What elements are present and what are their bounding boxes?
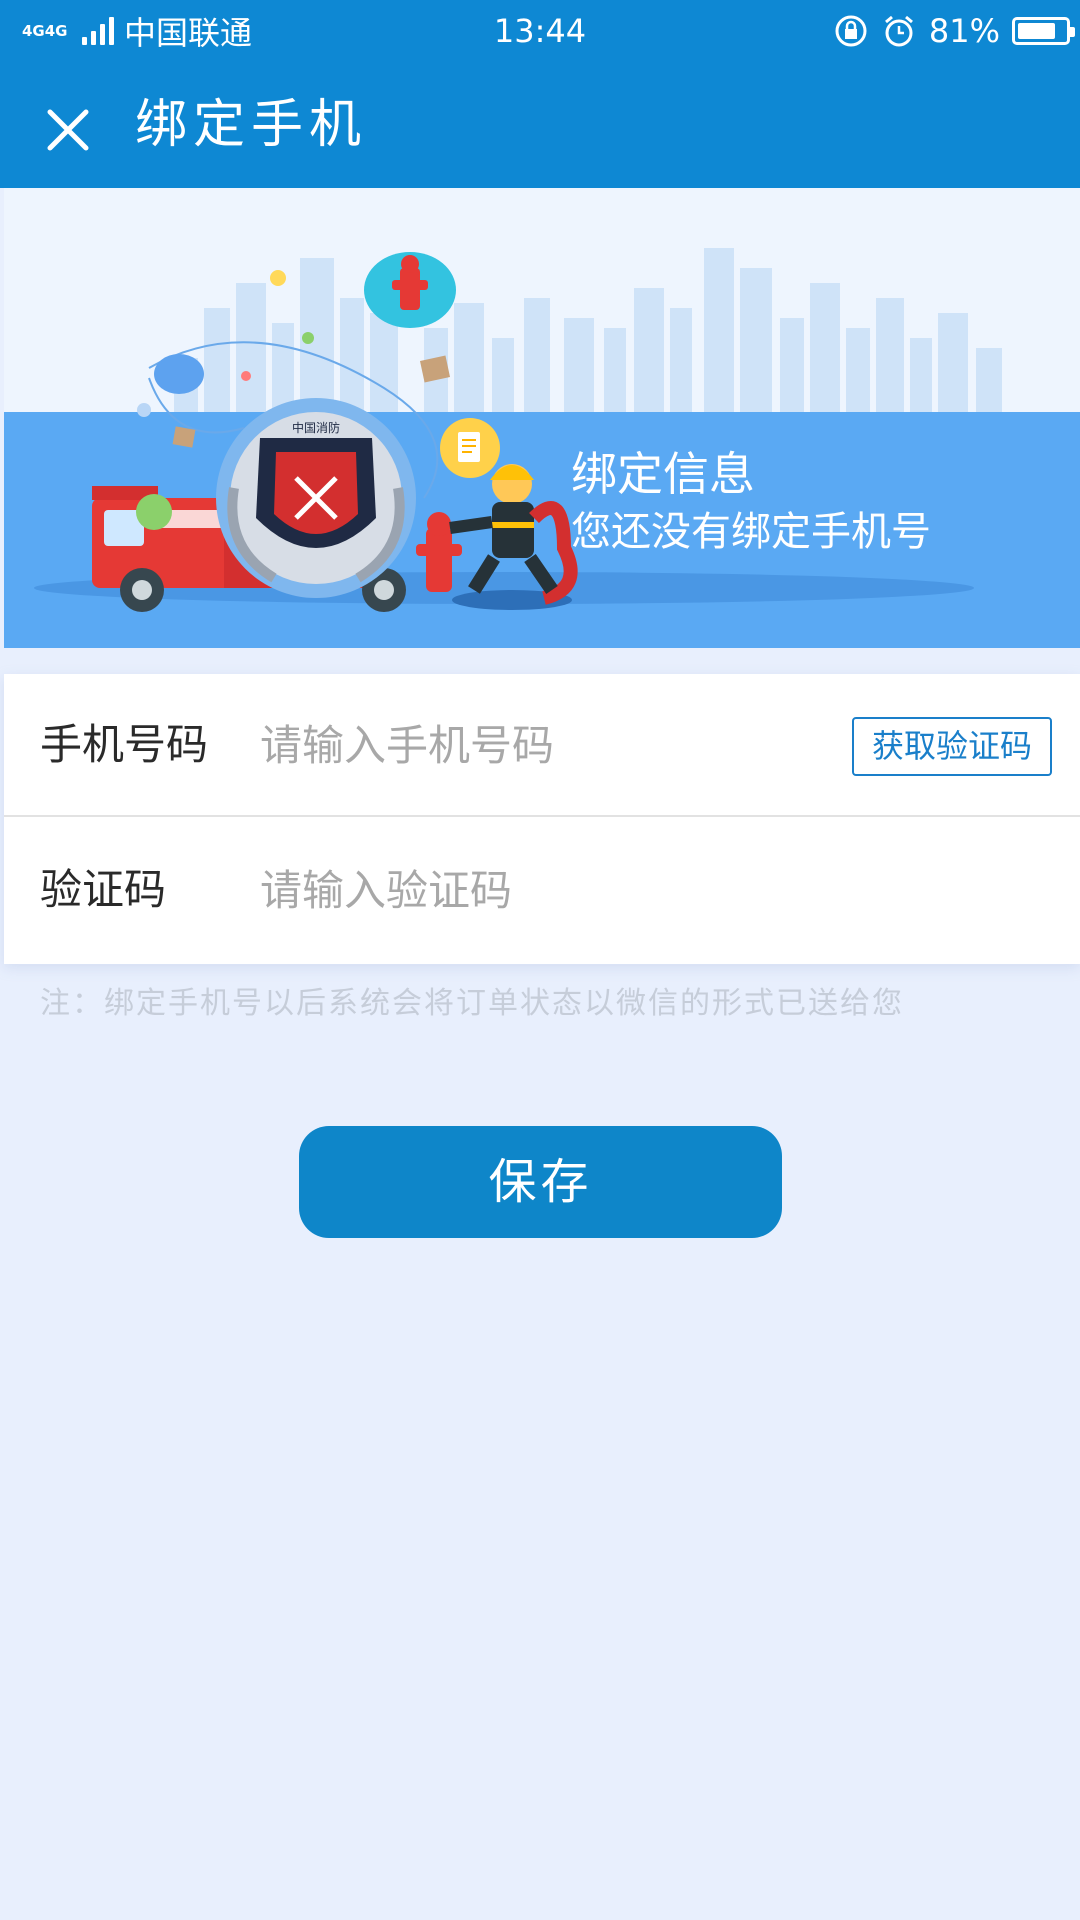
code-row: 验证码 bbox=[4, 819, 1080, 962]
code-input[interactable] bbox=[260, 855, 1060, 925]
code-label: 验证码 bbox=[40, 865, 167, 914]
binding-note: 注：绑定手机号以后系统会将订单状态以微信的形式已送给您 bbox=[40, 986, 904, 1021]
hydrant-bubble-icon bbox=[364, 252, 456, 328]
fire-safety-illustration: 中国消防 bbox=[34, 248, 1002, 612]
alarm-icon bbox=[884, 15, 913, 47]
battery-icon bbox=[1012, 17, 1075, 45]
banner: 中国消防 绑定信息 您还没有绑定手机号 bbox=[4, 188, 1080, 648]
banner-title: 绑定信息 bbox=[571, 447, 755, 501]
page-title: 绑定手机 bbox=[135, 95, 368, 155]
close-button[interactable] bbox=[36, 98, 100, 162]
phone-label: 手机号码 bbox=[40, 720, 209, 769]
document-bubble-icon bbox=[440, 418, 500, 478]
banner-subtitle: 您还没有绑定手机号 bbox=[571, 509, 931, 555]
title-bar: 绑定手机 bbox=[0, 62, 1080, 188]
fire-services-badge-image: 中国消防 bbox=[216, 398, 416, 598]
phone-input[interactable] bbox=[260, 710, 820, 780]
save-button[interactable]: 保存 bbox=[299, 1126, 782, 1238]
status-right: 81% bbox=[833, 10, 1075, 52]
get-code-button[interactable]: 获取验证码 bbox=[852, 717, 1052, 776]
status-bar: 4G4G 中国联通 13:44 81% bbox=[0, 0, 1080, 62]
battery-percent: 81% bbox=[928, 12, 1000, 50]
blue-blob bbox=[154, 354, 204, 394]
city-skyline-image bbox=[174, 248, 1002, 412]
svg-text:中国消防: 中国消防 bbox=[292, 420, 340, 435]
battery-level bbox=[1018, 23, 1056, 39]
rotation-lock-icon bbox=[835, 15, 867, 47]
close-icon bbox=[47, 109, 89, 151]
bind-phone-form: 手机号码 获取验证码 验证码 bbox=[4, 674, 1080, 964]
phone-row: 手机号码 获取验证码 bbox=[4, 674, 1080, 817]
